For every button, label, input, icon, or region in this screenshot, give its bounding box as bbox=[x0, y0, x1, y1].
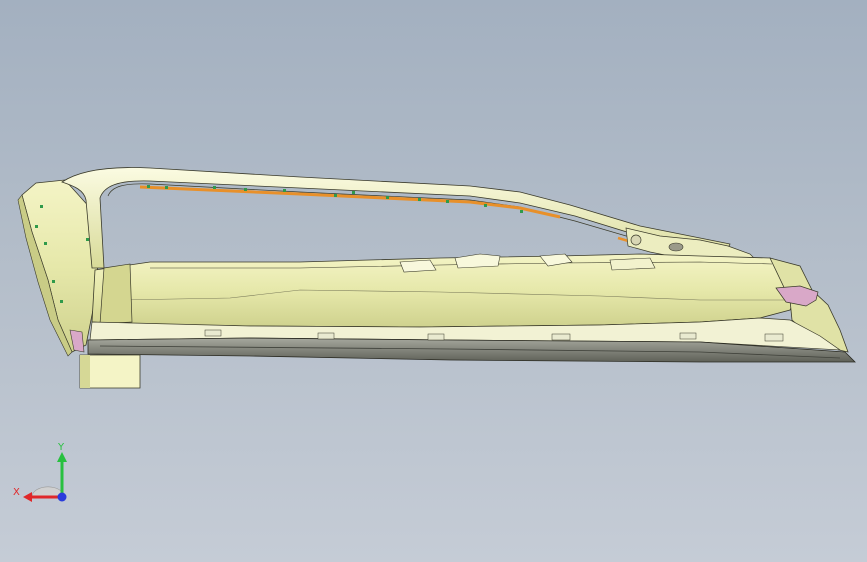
front-inner-post bbox=[99, 263, 133, 325]
3d-viewport[interactable]: Y X bbox=[0, 0, 867, 562]
y-axis-arrow bbox=[57, 452, 67, 462]
rear-bracket-hole bbox=[630, 234, 642, 246]
x-axis-arrow bbox=[23, 492, 32, 502]
front-tab-shadow bbox=[80, 355, 90, 388]
beam-pad-1 bbox=[454, 253, 501, 269]
triad-base-disc bbox=[31, 486, 63, 498]
upper-frame-inner-edge bbox=[107, 183, 701, 251]
z-axis-dot bbox=[57, 492, 67, 502]
door-frame-3d-model[interactable] bbox=[0, 0, 867, 562]
y-axis-label: Y bbox=[57, 442, 65, 453]
x-axis-label: X bbox=[13, 487, 20, 498]
beam-pad-3 bbox=[399, 259, 437, 273]
beam-pad-4 bbox=[609, 257, 656, 271]
coordinate-triad-icon: Y X bbox=[13, 442, 67, 502]
upper-frame-rail bbox=[61, 167, 731, 269]
rear-bracket-boss bbox=[668, 242, 684, 252]
